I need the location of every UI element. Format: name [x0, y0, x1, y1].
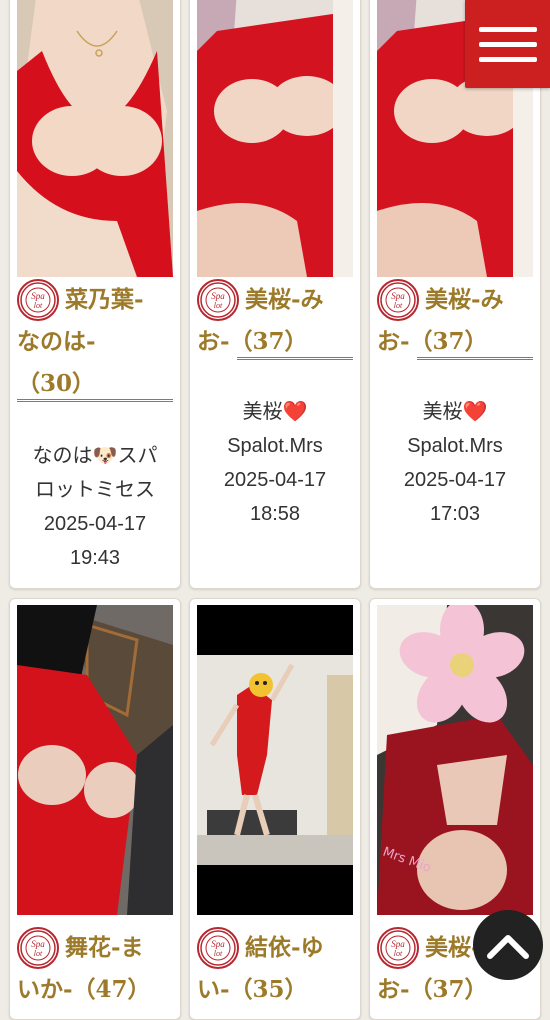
spalot-logo-icon: Spa lot [377, 927, 419, 969]
therapist-name-block: Spa lot 結依-ゆ い-（35） [197, 927, 353, 1011]
therapist-name-line1: 結依-ゆ [245, 934, 324, 961]
therapist-card[interactable]: Spa lot 美桜-み お-（37） 美桜❤️ Spalot.Mrs 2025-… [189, 0, 361, 589]
therapist-photo[interactable]: Mrs Mio [377, 605, 533, 915]
shop-name: Spalot.Mrs [227, 435, 323, 457]
svg-text:Spa: Spa [211, 939, 225, 949]
svg-text:Spa: Spa [391, 291, 405, 301]
svg-text:lot: lot [394, 301, 403, 310]
post-date: 2025-04-17 [223, 469, 327, 491]
spalot-logo-icon: Spa lot [377, 279, 419, 321]
therapist-name-line2: い-（35） [197, 976, 308, 1003]
therapist-name-block: Spa lot 舞花-ま いか-（47） [17, 927, 173, 1011]
post-time: 19:43 [69, 547, 121, 569]
spalot-logo-icon: Spa lot [197, 927, 239, 969]
post-time: 18:58 [249, 503, 301, 525]
therapist-name-line1: 美桜-み [425, 286, 504, 313]
svg-text:Spa: Spa [391, 939, 405, 949]
therapist-name-line2: なのは- [17, 328, 96, 355]
svg-text:lot: lot [34, 949, 43, 958]
therapist-card[interactable]: Spa lot 結依-ゆ い-（35） [189, 598, 361, 1020]
chevron-up-icon [487, 935, 529, 959]
blog-title: 美桜❤️ [242, 401, 308, 423]
therapist-card[interactable]: Spa lot 舞花-ま いか-（47） [9, 598, 181, 1020]
therapist-photo[interactable] [197, 605, 353, 915]
therapist-photo[interactable] [197, 0, 353, 277]
therapist-name-block: Spa lot 美桜-み お-（37） [377, 279, 533, 360]
spalot-logo-icon: Spa lot [17, 279, 59, 321]
menu-bar [478, 26, 537, 32]
therapist-card[interactable]: Spa lot 美桜-み お-（37） 美桜❤️ Spalot.Mrs 2025-… [369, 0, 541, 589]
therapist-name-line1: 美桜-み [245, 286, 324, 313]
post-date: 2025-04-17 [403, 469, 507, 491]
svg-text:Spa: Spa [31, 291, 45, 301]
post-date: 2025-04-17 [43, 513, 147, 535]
svg-text:lot: lot [214, 949, 223, 958]
spalot-logo-icon: Spa lot [17, 927, 59, 969]
therapist-info: なのは🐶スパ ロットミセス 2025-04-17 19:43 [14, 439, 176, 575]
blog-title-line1: なのは🐶スパ [32, 445, 158, 467]
therapist-name-line1: 菜乃葉- [65, 286, 144, 313]
therapist-name-line1: 舞花-ま [65, 934, 144, 961]
menu-bar [478, 56, 537, 62]
post-time: 17:03 [429, 503, 481, 525]
blog-title: 美桜❤️ [422, 401, 488, 423]
therapist-photo[interactable] [17, 605, 173, 915]
blog-title-line2: ロットミセス [35, 479, 155, 501]
therapist-name-block: Spa lot 菜乃葉- なのは- （30） [17, 279, 173, 402]
svg-text:lot: lot [34, 301, 43, 310]
svg-text:Spa: Spa [31, 939, 45, 949]
svg-text:Spa: Spa [211, 291, 225, 301]
scroll-to-top-button[interactable] [473, 910, 543, 980]
therapist-photo[interactable] [17, 0, 173, 277]
therapist-name-line2: いか-（47） [17, 976, 151, 1003]
svg-text:lot: lot [394, 949, 403, 958]
therapist-name-block: Spa lot 美桜-み お-（37） [197, 279, 353, 360]
spalot-logo-icon: Spa lot [197, 279, 239, 321]
therapist-info: 美桜❤️ Spalot.Mrs 2025-04-17 17:03 [374, 395, 536, 531]
menu-bar [478, 41, 537, 47]
therapist-card[interactable]: Spa lot 菜乃葉- なのは- （30） なのは🐶スパ ロットミセス 2025… [9, 0, 181, 589]
hamburger-menu-icon[interactable] [465, 0, 550, 88]
shop-name: Spalot.Mrs [407, 435, 503, 457]
therapist-info: 美桜❤️ Spalot.Mrs 2025-04-17 18:58 [194, 395, 356, 531]
svg-text:lot: lot [214, 301, 223, 310]
